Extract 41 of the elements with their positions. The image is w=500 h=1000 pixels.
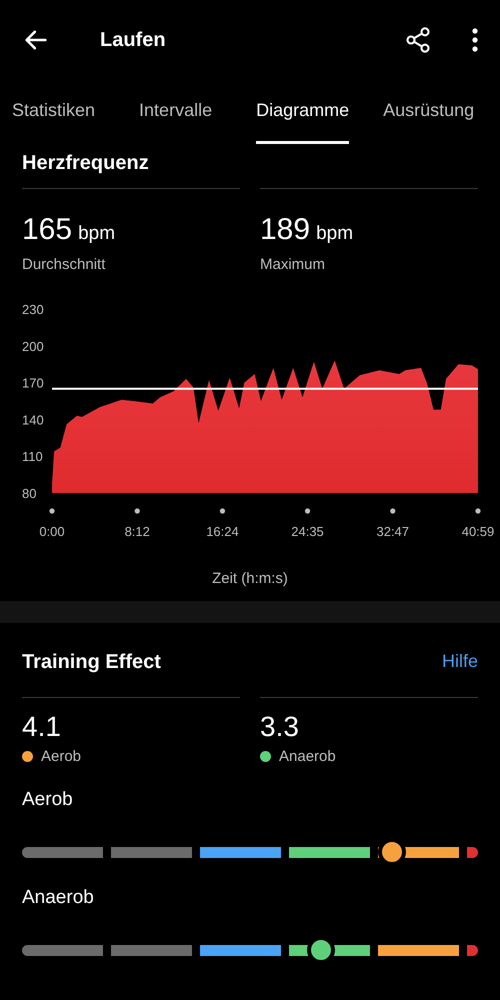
- axis-title: Zeit (h:m:s): [212, 570, 288, 586]
- tab[interactable]: Intervalle: [139, 80, 212, 144]
- tick-mark: [390, 508, 396, 514]
- scale-title: Aerob: [22, 788, 74, 812]
- stat-label: Maximum: [260, 255, 326, 275]
- tab[interactable]: Diagramme: [256, 80, 350, 144]
- tab[interactable]: Statistiken: [12, 80, 96, 144]
- axis-label: 110: [22, 448, 43, 464]
- section-title: Training Effect: [22, 650, 161, 674]
- axis-label: 0:00: [39, 524, 65, 538]
- stat-unit: bpm: [316, 222, 354, 246]
- scale-title: Anaerob: [22, 886, 95, 910]
- score-label: Aerob: [41, 746, 82, 766]
- axis-label: 16:24: [206, 524, 239, 538]
- score-value: 3.3: [260, 710, 300, 744]
- screen-title: Laufen: [100, 28, 166, 53]
- more-options-icon[interactable]: [472, 28, 478, 52]
- axis-label: 8:12: [124, 524, 150, 538]
- stat-value: 189: [260, 212, 310, 248]
- tick-mark: [134, 508, 140, 514]
- share-icon[interactable]: [404, 26, 432, 54]
- section-title: Herzfrequenz: [22, 151, 150, 176]
- axis-label: 170: [22, 375, 44, 390]
- axis-label: 140: [22, 412, 44, 427]
- stat-label: Durchschnitt: [22, 255, 106, 275]
- score-value: 4.1: [22, 710, 62, 744]
- axis-label: 80: [22, 486, 36, 500]
- tick-mark: [475, 508, 481, 514]
- tick-mark: [49, 508, 55, 514]
- axis-label: 32:47: [376, 524, 410, 538]
- axis-label: 40:59: [462, 524, 494, 538]
- tick-mark: [304, 508, 310, 514]
- axis-label: 24:35: [291, 524, 324, 538]
- help-link[interactable]: Hilfe: [442, 648, 478, 675]
- tick-mark: [220, 508, 226, 514]
- tab[interactable]: Ausrüstung: [383, 80, 474, 144]
- axis-label: 200: [22, 338, 44, 354]
- score-label: Anaerob: [279, 746, 336, 766]
- stat-unit: bpm: [78, 222, 116, 246]
- axis-label: 230: [22, 302, 44, 316]
- stat-value: 165: [22, 212, 72, 248]
